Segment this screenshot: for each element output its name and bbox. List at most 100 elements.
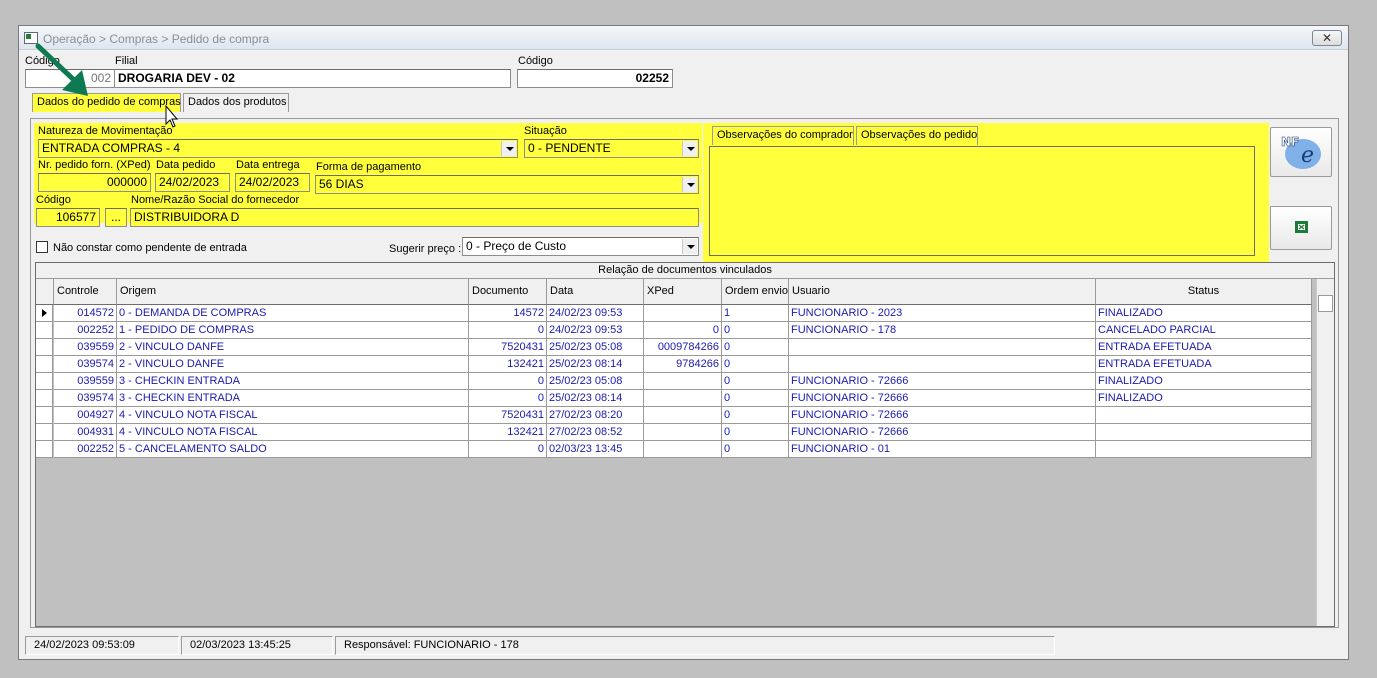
sugerir-preco-select[interactable]: 0 - Preço de Custo [462,237,699,256]
scroll-thumb[interactable] [1318,295,1333,312]
close-button[interactable]: ✕ [1312,30,1342,46]
data-entrega-field[interactable]: 24/02/2023 [235,173,310,192]
observacoes-textarea[interactable] [709,146,1255,256]
table-row[interactable]: 039559 3 - CHECKIN ENTRADA 0 25/02/23 05:08… [36,373,1313,390]
row-indicator[interactable] [36,424,53,441]
table-row[interactable]: 004931 4 - VINCULO NOTA FISCAL 132421 27/02… [36,424,1313,441]
tab-obs-comprador[interactable]: Observações do comprador [712,126,854,145]
excel-export-button[interactable] [1270,206,1332,250]
natureza-value: ENTRADA COMPRAS - 4 [42,141,181,155]
col-header-origem[interactable]: Origem [117,279,469,305]
chevron-down-icon[interactable] [682,239,697,254]
cell-xped [644,373,722,390]
grid-caption: Relação de documentos vinculados [36,263,1334,279]
table-row[interactable]: 039574 2 - VINCULO DANFE 132421 25/02/23 08… [36,356,1313,373]
row-indicator[interactable] [36,390,53,407]
cell-documento: 0 [469,322,547,339]
row-indicator[interactable] [36,356,53,373]
forma-pagamento-select[interactable]: 56 DIAS [315,175,699,194]
grid-vertical-scrollbar[interactable] [1316,279,1334,626]
forma-pagamento-value: 56 DIAS [319,177,364,191]
cell-ordem-envio: 0 [722,424,789,441]
table-row[interactable]: 039574 3 - CHECKIN ENTRADA 0 25/02/23 08:14… [36,390,1313,407]
nao-constar-label: Não constar como pendente de entrada [53,242,247,254]
cell-xped [644,407,722,424]
chevron-down-icon[interactable] [501,141,516,156]
cell-origem: 2 - VINCULO DANFE [117,356,469,373]
chevron-down-icon[interactable] [682,177,697,192]
row-indicator[interactable] [36,407,53,424]
col-header-controle[interactable]: Controle [54,279,117,305]
row-indicator[interactable] [36,373,53,390]
codigo-pedido-label: Código [518,55,553,67]
table-row[interactable]: 004927 4 - VINCULO NOTA FISCAL 7520431 27/0… [36,407,1313,424]
current-row-icon [42,309,47,317]
cell-usuario: FUNCIONARIO - 178 [789,322,1096,339]
cell-data: 02/03/23 13:45 [547,441,644,458]
codigo-pedido-field[interactable]: 02252 [517,69,673,88]
grid-corner [36,279,54,305]
cell-status [1096,407,1312,424]
cell-origem: 4 - VINCULO NOTA FISCAL [117,424,469,441]
excel-icon [1295,221,1308,233]
natureza-select[interactable]: ENTRADA COMPRAS - 4 [38,139,518,158]
col-header-status[interactable]: Status [1096,279,1312,305]
col-header-ordem-envio[interactable]: Ordem envio [722,279,789,305]
cell-documento: 132421 [469,356,547,373]
col-header-usuario[interactable]: Usuario [789,279,1096,305]
sugerir-preco-label: Sugerir preço : [389,243,462,255]
cell-data: 27/02/23 08:52 [547,424,644,441]
tab-obs-pedido[interactable]: Observações do pedido [856,126,978,145]
cell-documento: 7520431 [469,339,547,356]
nome-fornecedor-field[interactable]: DISTRIBUIDORA D [130,208,699,227]
col-header-xped[interactable]: XPed [644,279,722,305]
cell-usuario: FUNCIONARIO - 72666 [789,407,1096,424]
browse-fornecedor-button[interactable]: ... [105,208,127,227]
cell-origem: 3 - CHECKIN ENTRADA [117,390,469,407]
cell-origem: 5 - CANCELAMENTO SALDO [117,441,469,458]
cell-documento: 0 [469,390,547,407]
nr-pedido-field[interactable]: 000000 [38,173,151,192]
chevron-down-icon[interactable] [682,141,697,156]
row-indicator[interactable] [36,305,53,322]
nr-pedido-label: Nr. pedido forn. (XPed) [38,159,151,171]
row-indicator[interactable] [36,441,53,458]
sugerir-preco-value: 0 - Preço de Custo [466,239,567,253]
cell-xped: 0 [644,322,722,339]
status-created: 24/02/2023 09:53:09 [25,636,179,655]
cell-controle: 004931 [54,424,117,441]
situacao-select[interactable]: 0 - PENDENTE [524,139,699,158]
row-indicator[interactable] [36,339,53,356]
col-header-data[interactable]: Data [547,279,644,305]
codigo-fornecedor-field[interactable]: 106577 [36,208,100,227]
cell-origem: 2 - VINCULO DANFE [117,339,469,356]
cell-xped [644,441,722,458]
cell-status: FINALIZADO [1096,305,1312,322]
col-header-documento[interactable]: Documento [469,279,547,305]
cell-ordem-envio: 0 [722,373,789,390]
cell-status: ENTRADA EFETUADA [1096,356,1312,373]
cell-ordem-envio: 0 [722,356,789,373]
cell-documento: 132421 [469,424,547,441]
cell-controle: 002252 [54,322,117,339]
table-row[interactable]: 014572 0 - DEMANDA DE COMPRAS 14572 24/02/2… [36,305,1313,322]
nfe-button[interactable]: e NF [1270,127,1332,177]
cell-controle: 039559 [54,339,117,356]
tab-dados-produtos[interactable]: Dados dos produtos [183,93,289,112]
table-row[interactable]: 039559 2 - VINCULO DANFE 7520431 25/02/23 0… [36,339,1313,356]
svg-text:NF: NF [1281,135,1299,149]
annotation-arrow-icon [35,43,179,128]
row-indicator[interactable] [36,322,53,339]
data-pedido-field[interactable]: 24/02/2023 [155,173,230,192]
title-bar: Operação > Compras > Pedido de compra ✕ [19,26,1348,50]
cell-documento: 0 [469,441,547,458]
status-updated: 02/03/2023 13:45:25 [181,636,333,655]
nfe-icon: e NF [1281,135,1321,169]
cell-documento: 0 [469,373,547,390]
table-row[interactable]: 002252 5 - CANCELAMENTO SALDO 0 02/03/23 13… [36,441,1313,458]
table-row[interactable]: 002252 1 - PEDIDO DE COMPRAS 0 24/02/23 09:… [36,322,1313,339]
nao-constar-checkbox[interactable] [36,241,48,253]
cell-documento: 14572 [469,305,547,322]
cell-ordem-envio: 0 [722,407,789,424]
cell-origem: 1 - PEDIDO DE COMPRAS [117,322,469,339]
